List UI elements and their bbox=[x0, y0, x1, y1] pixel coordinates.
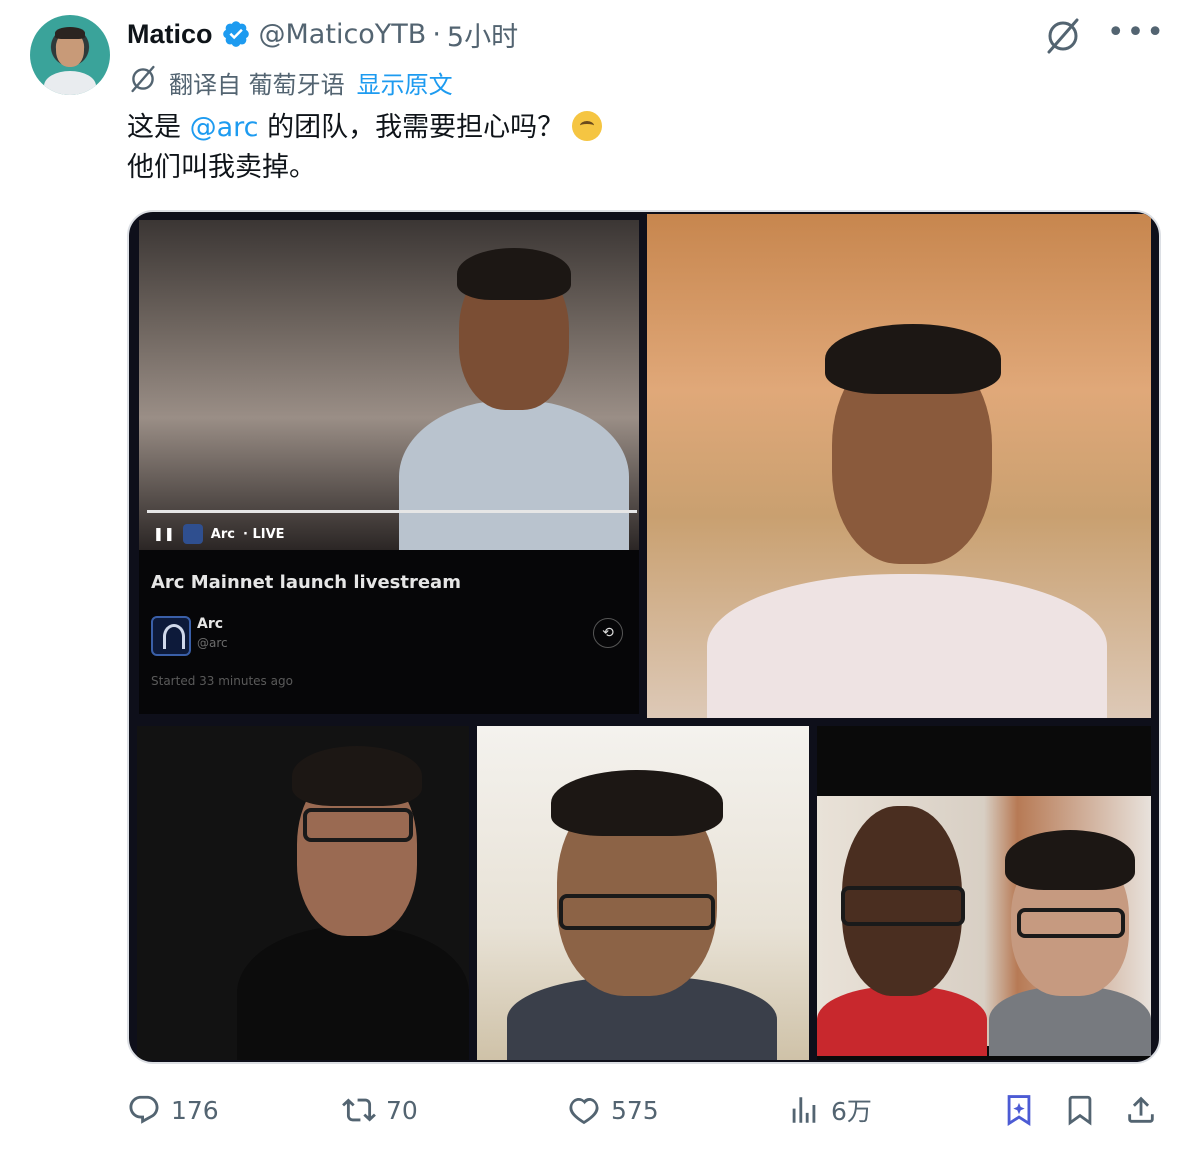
more-icon[interactable]: ••• bbox=[1107, 18, 1166, 48]
body bbox=[707, 574, 1107, 718]
tweet-action-bar: 176 70 575 6万 bbox=[127, 1086, 1167, 1134]
translated-from-label: 翻译自 葡萄牙语 bbox=[169, 70, 345, 99]
grok-icon[interactable] bbox=[1043, 16, 1083, 60]
person-4 bbox=[487, 766, 797, 1060]
hair bbox=[292, 746, 422, 806]
share-button[interactable] bbox=[1124, 1086, 1158, 1134]
show-original-link[interactable]: 显示原文 bbox=[357, 65, 453, 100]
tweet-line-1: 这是 @arc 的团队，我需要担心吗？ bbox=[127, 108, 603, 148]
hair bbox=[825, 324, 1001, 394]
separator: · bbox=[432, 18, 441, 50]
person-5a bbox=[817, 806, 987, 1056]
bookmark-icon bbox=[1068, 1095, 1092, 1126]
tweet-header: Matico @MaticoYTB · 5小时 bbox=[127, 14, 518, 54]
retweet-icon bbox=[342, 1098, 376, 1122]
like-button[interactable]: 575 bbox=[567, 1086, 659, 1134]
glasses bbox=[303, 808, 413, 842]
person-speaker bbox=[389, 240, 639, 560]
hair bbox=[551, 770, 723, 836]
author-name[interactable]: Matico bbox=[127, 19, 213, 50]
verified-badge-icon[interactable] bbox=[221, 19, 251, 49]
person-2 bbox=[707, 304, 1107, 718]
brand-label: Arc bbox=[210, 526, 235, 542]
avatar-hair bbox=[55, 27, 85, 39]
live-label: · LIVE bbox=[242, 526, 285, 542]
body bbox=[817, 986, 987, 1056]
participant-tile-4 bbox=[477, 726, 809, 1060]
video-progress-bar[interactable] bbox=[147, 510, 637, 513]
video-controls: ❚❚ Arc · LIVE bbox=[153, 524, 285, 544]
arc-account-name: Arc bbox=[197, 616, 224, 632]
text-segment: 这是 bbox=[127, 112, 190, 143]
reply-icon bbox=[129, 1095, 159, 1124]
media-image[interactable]: ❚❚ Arc · LIVE Arc Mainnet launch livestr… bbox=[127, 210, 1161, 1064]
reply-count: 176 bbox=[171, 1095, 219, 1125]
person-3 bbox=[237, 736, 469, 1060]
glasses bbox=[1017, 908, 1125, 938]
arc-account-handle: @arc bbox=[197, 636, 228, 650]
glasses bbox=[559, 894, 715, 930]
livestream-tile: ❚❚ Arc · LIVE Arc Mainnet launch livestr… bbox=[139, 220, 639, 714]
grok-action-icon bbox=[1007, 1095, 1031, 1127]
views-count: 6万 bbox=[831, 1097, 872, 1126]
tweet-line-2: 他们叫我卖掉。 bbox=[127, 152, 316, 183]
arc-account-icon bbox=[151, 616, 191, 656]
text-segment: 的团队，我需要担心吗？ bbox=[258, 112, 565, 143]
started-time: Started 33 minutes ago bbox=[151, 674, 293, 688]
translate-icon bbox=[127, 63, 169, 101]
translation-row: 翻译自 葡萄牙语 显示原文 bbox=[127, 64, 453, 100]
body bbox=[989, 986, 1151, 1056]
pause-icon[interactable]: ❚❚ bbox=[153, 527, 175, 542]
views-button[interactable]: 6万 bbox=[787, 1086, 872, 1134]
hair bbox=[457, 248, 571, 300]
hair bbox=[1005, 830, 1135, 890]
participant-tile-3 bbox=[137, 726, 469, 1060]
like-count: 575 bbox=[611, 1095, 659, 1125]
glasses bbox=[841, 886, 965, 926]
author-avatar[interactable] bbox=[30, 15, 110, 95]
avatar-shirt bbox=[44, 71, 96, 95]
person-5b bbox=[989, 826, 1151, 1056]
mention-link[interactable]: @arc bbox=[190, 112, 259, 143]
stream-title: Arc Mainnet launch livestream bbox=[151, 572, 461, 593]
bookmark-button[interactable] bbox=[1063, 1086, 1097, 1134]
repost-circle-icon: ⟲ bbox=[593, 618, 623, 648]
post-time[interactable]: 5小时 bbox=[447, 15, 518, 54]
grok-action-button[interactable] bbox=[1002, 1086, 1036, 1134]
views-icon bbox=[792, 1097, 816, 1123]
thinking-emoji-icon bbox=[572, 111, 603, 141]
body bbox=[237, 926, 469, 1060]
tweet-text: 这是 @arc 的团队，我需要担心吗？ 他们叫我卖掉。 bbox=[127, 108, 603, 188]
reply-button[interactable]: 176 bbox=[127, 1086, 219, 1134]
like-icon bbox=[569, 1097, 599, 1125]
participant-tile-2 bbox=[647, 214, 1151, 718]
participant-tile-5 bbox=[817, 726, 1151, 1060]
share-icon bbox=[1128, 1096, 1154, 1123]
retweet-button[interactable]: 70 bbox=[342, 1086, 418, 1134]
retweet-count: 70 bbox=[386, 1095, 418, 1125]
arc-logo-icon bbox=[182, 524, 203, 544]
top-actions: ••• bbox=[1043, 16, 1166, 60]
author-handle[interactable]: @MaticoYTB bbox=[259, 19, 427, 50]
body bbox=[399, 400, 629, 560]
